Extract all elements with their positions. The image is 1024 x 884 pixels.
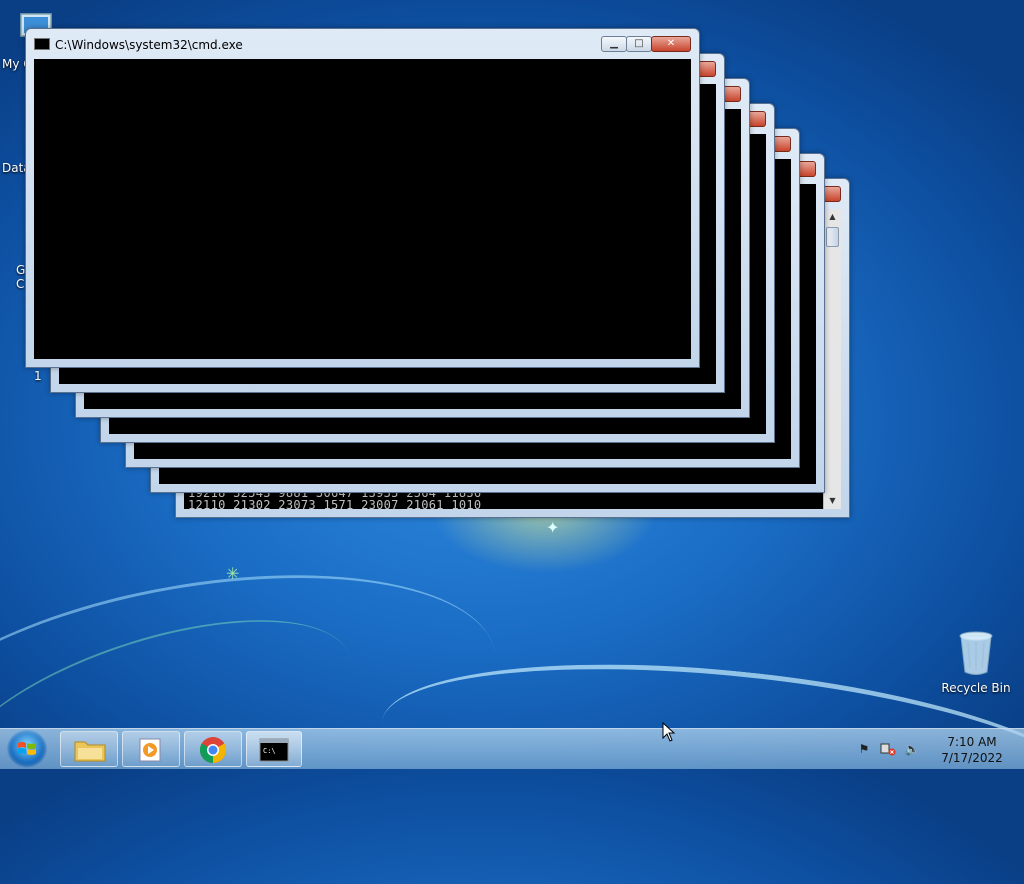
mouse-cursor-icon <box>662 722 676 742</box>
action-center-icon[interactable]: ⚑ <box>856 742 872 756</box>
minimize-button[interactable]: ▁ <box>601 36 627 52</box>
clock-date: 7/17/2022 <box>941 751 1003 765</box>
recycle-bin-label: Recycle Bin <box>941 681 1011 695</box>
recycle-bin-icon <box>959 631 993 675</box>
close-button[interactable]: ✕ <box>651 36 691 52</box>
media-taskbar-button[interactable] <box>122 731 180 767</box>
scrollbar-thumb[interactable] <box>826 227 839 247</box>
wallpaper-glint: ✳ <box>226 564 240 583</box>
cmd-window[interactable]: C:\Windows\system32\cmd.exe ▁□✕ <box>25 28 700 368</box>
console-output[interactable] <box>34 59 691 359</box>
vertical-scrollbar[interactable]: ▲ ▼ <box>823 209 841 509</box>
volume-icon[interactable]: 🔈 <box>904 742 920 756</box>
scroll-up-arrow-icon[interactable]: ▲ <box>824 209 841 225</box>
clock-time: 7:10 AM <box>947 735 997 749</box>
window-title: C:\Windows\system32\cmd.exe <box>55 38 243 52</box>
chrome-taskbar-button[interactable] <box>184 731 242 767</box>
scroll-down-arrow-icon[interactable]: ▼ <box>824 493 841 509</box>
windows-logo-icon <box>18 742 36 755</box>
media-player-icon <box>139 738 161 762</box>
clock[interactable]: 7:10 AM 7/17/2022 <box>932 734 1012 766</box>
maximize-button[interactable]: □ <box>626 36 652 52</box>
desktop-icon-recycle-bin[interactable]: Recycle Bin <box>940 628 1012 695</box>
start-button[interactable] <box>7 730 47 768</box>
taskbar: C:\ ⚑ 🔈 7:10 AM 7/17/2022 <box>0 728 1024 769</box>
wallpaper-glint: ✦ <box>546 518 560 537</box>
explorer-taskbar-button[interactable] <box>60 731 118 767</box>
folder-icon <box>74 741 106 762</box>
svg-text:C:\: C:\ <box>263 747 276 755</box>
chrome-icon <box>199 737 227 764</box>
window-titlebar[interactable]: C:\Windows\system32\cmd.exe ▁□✕ <box>26 29 699 59</box>
cmd-icon <box>34 38 50 50</box>
system-tray: ⚑ 🔈 7:10 AM 7/17/2022 <box>854 729 1024 769</box>
cmd-taskbar-button[interactable]: C:\ <box>246 731 302 767</box>
cmd-icon: C:\ <box>259 738 289 762</box>
network-error-icon[interactable] <box>880 742 896 756</box>
